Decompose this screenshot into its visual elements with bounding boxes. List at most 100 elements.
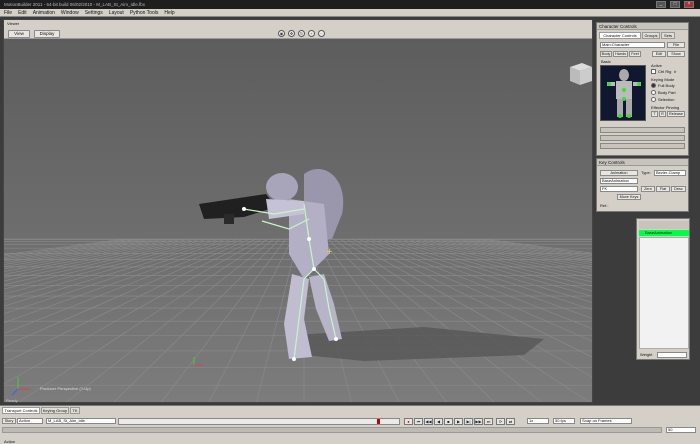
file-button[interactable]: File (667, 42, 685, 48)
edit-button[interactable]: Edit (652, 51, 666, 57)
selection-label: Selection (658, 97, 675, 102)
take-select[interactable]: M_LAB_St_Aim_Idle (46, 418, 116, 424)
maximize-button[interactable]: □ (670, 1, 680, 8)
menu-help[interactable]: Help (164, 9, 174, 16)
basic-label: Basic (601, 59, 611, 64)
animation-button[interactable]: Animation (600, 170, 638, 176)
bottom-action-label: Action (4, 439, 16, 444)
play-back-button[interactable]: ◀ (434, 418, 443, 425)
weight-field[interactable] (657, 352, 687, 358)
show-button[interactable]: Show (667, 51, 685, 57)
selection-radio[interactable] (651, 97, 656, 102)
ctrl-rig-value: Ir (674, 69, 677, 74)
prev-key-button[interactable]: ◀◀ (424, 418, 433, 425)
status-text: Ready (6, 398, 18, 403)
menu-file[interactable]: File (4, 9, 12, 16)
snap-select[interactable]: Snap on Frames (580, 418, 632, 424)
viewer-title: Viewer (7, 21, 20, 26)
menu-settings[interactable]: Settings (85, 9, 103, 16)
slider-row-2[interactable] (600, 135, 685, 141)
zero-button[interactable]: Zero (641, 186, 655, 192)
menu-python-tools[interactable]: Python Tools (130, 9, 159, 16)
active-label: Active (651, 63, 662, 68)
record-button[interactable]: ● (404, 418, 413, 425)
full-body-radio[interactable] (651, 83, 656, 88)
viewport-3d[interactable]: + (4, 39, 593, 403)
weight-label: Weight (640, 352, 653, 357)
tab-tk[interactable]: TK (70, 407, 80, 414)
tab-transport-controls[interactable]: Transport Controls (2, 407, 40, 414)
speed-select[interactable]: 1x (527, 418, 549, 424)
layers-list[interactable] (639, 237, 689, 349)
character-figure-map[interactable] (600, 65, 646, 121)
tab-feet[interactable]: Feet (629, 51, 641, 57)
look-icon[interactable]: ◉ (278, 30, 285, 37)
slider-row-3[interactable] (600, 143, 685, 149)
pin-t-button[interactable]: T (651, 111, 658, 117)
next-key-button[interactable]: ▶▶ (474, 418, 483, 425)
play-button[interactable]: ▶ (454, 418, 463, 425)
tab-character-controls[interactable]: Character Controls (599, 32, 641, 39)
title-bar: MotionBuilder 2011 - 64-bit build 06/02/… (0, 0, 700, 9)
zoom-icon[interactable]: + (308, 30, 315, 37)
flat-button[interactable]: Flat (656, 186, 670, 192)
end-frame-field[interactable]: 50 (666, 427, 696, 433)
character-controls-title: Character Controls (597, 23, 688, 30)
pin-r-button[interactable]: R (659, 111, 666, 117)
display-button[interactable]: Display (34, 30, 60, 38)
character-select[interactable]: Main:Character (600, 42, 665, 48)
transport-controls: Transport Controls Keying Group TK Story… (0, 405, 700, 444)
pivot-marker-icon: + (326, 247, 333, 256)
keying-mode-label: Keying Mode (651, 77, 675, 82)
tab-sets[interactable]: Sets (661, 32, 675, 39)
ctrl-rig-checkbox[interactable] (651, 69, 656, 74)
menu-animation[interactable]: Animation (33, 9, 55, 16)
loop-button[interactable]: ⟳ (496, 418, 505, 425)
goto-end-button[interactable]: ⏭ (484, 418, 493, 425)
ref-label: Ref.: (600, 203, 609, 208)
slider-row-1[interactable] (600, 127, 685, 133)
viewer-window[interactable]: Viewer View Display ◉ ✥ ↻ + − + Producer… (3, 19, 593, 403)
menu-layout[interactable]: Layout (109, 9, 124, 16)
view-cube-icon[interactable] (570, 63, 592, 85)
minimize-button[interactable]: _ (656, 1, 666, 8)
playhead[interactable] (377, 419, 380, 424)
type-label: Type: (641, 170, 651, 175)
orbit-icon[interactable]: ↻ (298, 30, 305, 37)
tab-body[interactable]: Body (600, 51, 612, 57)
frame-ruler[interactable] (2, 427, 662, 433)
menu-window[interactable]: Window (61, 9, 79, 16)
menu-edit[interactable]: Edit (18, 9, 27, 16)
interpolation-select[interactable]: Bezier-Clamp (654, 170, 686, 176)
stop-button[interactable]: ■ (444, 418, 453, 425)
close-button[interactable]: × (684, 1, 694, 8)
window-title: MotionBuilder 2011 - 64-bit build 06/02/… (4, 2, 146, 7)
body-part-label: Body Part (658, 90, 676, 95)
pan-icon[interactable]: ✥ (288, 30, 295, 37)
fk-select[interactable]: FK (600, 186, 638, 192)
zoom-out-icon[interactable]: − (318, 30, 325, 37)
tab-hands[interactable]: Hands (613, 51, 628, 57)
ctrl-rig-label: Ctrl Rig (658, 69, 672, 74)
full-body-label: Full Body (658, 83, 675, 88)
key-controls-panel: Key Controls Animation Type: Bezier-Clam… (596, 158, 689, 212)
move-keys-button[interactable]: Move Keys (617, 194, 641, 200)
layer-select[interactable]: BaseAnimation (600, 178, 638, 184)
layers-toolbar (639, 221, 689, 229)
view-button[interactable]: View (8, 30, 30, 38)
viewer-header: Viewer View Display ◉ ✥ ↻ + − (4, 20, 592, 39)
next-frame-button[interactable]: ▶| (464, 418, 473, 425)
base-animation-layer[interactable]: BaseAnimation (639, 230, 689, 236)
character-controls-panel: Character Controls Character Controls Gr… (596, 22, 689, 156)
fps-select[interactable]: 30 fps (553, 418, 575, 424)
desc-button[interactable]: Desc (671, 186, 686, 192)
release-button[interactable]: Release (667, 111, 685, 117)
action-select[interactable]: Action (17, 418, 43, 424)
timeline-slider[interactable] (118, 418, 400, 425)
body-part-radio[interactable] (651, 90, 656, 95)
tab-groups[interactable]: Groups (642, 32, 660, 39)
story-button[interactable]: Story (2, 418, 16, 424)
goto-start-button[interactable]: ⏮ (414, 418, 423, 425)
loop-mode-button[interactable]: ⇄ (506, 418, 515, 425)
tab-keying-group[interactable]: Keying Group (41, 407, 69, 414)
